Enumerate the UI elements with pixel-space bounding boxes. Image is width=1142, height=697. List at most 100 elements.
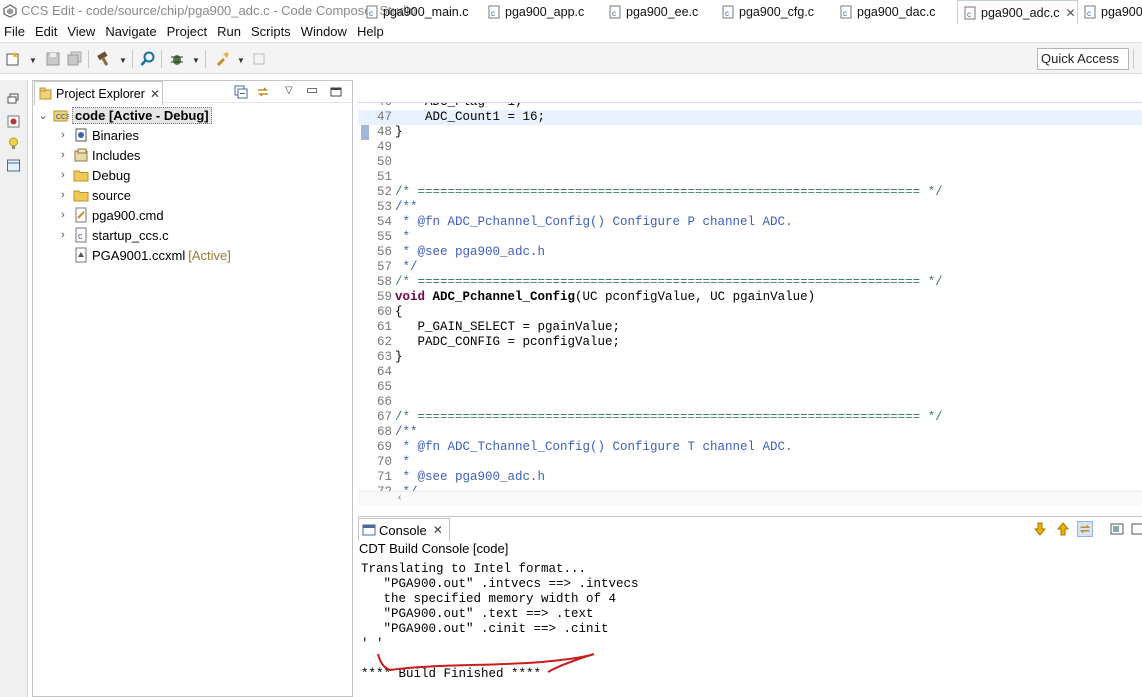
c-file-icon: c — [840, 5, 852, 19]
tree-item-project-code[interactable]: ⌄ CCS code [Active - Debug] — [37, 105, 212, 125]
scroll-left-icon[interactable]: ‹ — [398, 492, 401, 503]
code-line[interactable]: 67/* ===================================… — [358, 410, 1142, 425]
code-line[interactable]: 60{ — [358, 305, 1142, 320]
open-console-icon[interactable] — [1109, 521, 1125, 537]
code-line[interactable]: 56 * @see pga900_adc.h — [358, 245, 1142, 260]
tab-project-explorer[interactable]: Project Explorer ✕ — [34, 81, 163, 105]
code-editor[interactable]: 46 ADC_Flag = 1;47 ADC_Count1 = 16;48}49… — [358, 103, 1142, 491]
code-line[interactable]: 48} — [358, 125, 1142, 140]
restore-icon[interactable] — [6, 92, 21, 107]
project-explorer-panel: Project Explorer ✕ ▽ ▭ ⌄ CCS code [Activ… — [32, 80, 353, 697]
line-number: 61 — [376, 320, 392, 334]
flash-dropdown-icon[interactable]: ▼ — [237, 56, 245, 65]
code-line[interactable]: 47 ADC_Count1 = 16; — [358, 110, 1142, 125]
menu-help[interactable]: Help — [353, 24, 390, 39]
link-with-editor-icon[interactable] — [1077, 521, 1093, 537]
tree-item-pga9001-ccxml[interactable]: PGA9001.ccxml [Active] — [69, 245, 231, 265]
menu-file[interactable]: File — [0, 24, 31, 39]
display-console-icon[interactable] — [1130, 521, 1142, 537]
tab-pga900-cfg-c[interactable]: c pga900_cfg.c — [716, 0, 814, 24]
tree-item-pga900-cmd[interactable]: › pga900.cmd — [57, 205, 164, 225]
code-line[interactable]: 61 P_GAIN_SELECT = pgainValue; — [358, 320, 1142, 335]
code-text: * — [395, 230, 411, 244]
code-line[interactable]: 68/** — [358, 425, 1142, 440]
code-line[interactable]: 50 — [358, 155, 1142, 170]
search-icon[interactable] — [140, 51, 156, 67]
code-text: * — [395, 455, 411, 469]
tab-console[interactable]: Console ✕ — [358, 518, 450, 541]
tab-pga900-dac-c[interactable]: c pga900_dac.c — [834, 0, 936, 24]
next-error-icon[interactable] — [1032, 521, 1048, 537]
line-number: 54 — [376, 215, 392, 229]
tab-pga900-main-c[interactable]: c pga900_main.c — [360, 0, 468, 24]
menu-navigate[interactable]: Navigate — [101, 24, 162, 39]
collapsed-arrow-icon[interactable]: › — [57, 189, 69, 201]
menu-project[interactable]: Project — [163, 24, 213, 39]
close-icon[interactable]: ✕ — [1066, 6, 1076, 20]
collapsed-arrow-icon[interactable]: › — [57, 209, 69, 221]
new-dropdown-icon[interactable]: ▼ — [29, 56, 37, 65]
collapsed-arrow-icon[interactable]: › — [57, 129, 69, 141]
code-line[interactable]: 57 */ — [358, 260, 1142, 275]
tab-pga900-overflow[interactable]: c pga900_ — [1078, 0, 1142, 24]
build-hammer-icon[interactable] — [96, 51, 112, 67]
new-file-icon[interactable] — [5, 51, 21, 67]
view-menu-icon[interactable]: ▽ — [285, 85, 299, 99]
quick-access-input[interactable]: Quick Access — [1037, 48, 1129, 70]
menu-edit[interactable]: Edit — [31, 24, 63, 39]
collapsed-arrow-icon[interactable]: › — [57, 229, 69, 241]
console-tab-label: Console — [379, 522, 427, 538]
save-all-icon[interactable] — [67, 51, 83, 67]
c-file-icon: c — [75, 227, 87, 243]
code-line[interactable]: 53/** — [358, 200, 1142, 215]
close-icon[interactable]: ✕ — [433, 523, 443, 537]
flash-tool-icon[interactable] — [214, 51, 230, 67]
menu-scripts[interactable]: Scripts — [247, 24, 297, 39]
outline-view-icon[interactable] — [6, 158, 21, 173]
link-with-editor-icon[interactable] — [256, 85, 270, 99]
debug-dropdown-icon[interactable]: ▼ — [192, 56, 200, 65]
code-line[interactable]: 66 — [358, 395, 1142, 410]
code-line[interactable]: 64 — [358, 365, 1142, 380]
code-line[interactable]: 59 void ADC_Pchannel_Config(UC pconfigVal… — [358, 290, 1142, 305]
code-line[interactable]: 49 — [358, 140, 1142, 155]
code-line[interactable]: 54 * @fn ADC_Pchannel_Config() Configure… — [358, 215, 1142, 230]
code-line[interactable]: 62 PADC_CONFIG = pconfigValue; — [358, 335, 1142, 350]
tree-item-label: Debug — [92, 167, 131, 183]
code-line[interactable]: 65 — [358, 380, 1142, 395]
tab-pga900-ee-c[interactable]: c pga900_ee.c — [603, 0, 698, 24]
tree-item-debug[interactable]: › Debug — [57, 165, 130, 185]
code-line[interactable]: 69 * @fn ADC_Tchannel_Config() Configure… — [358, 440, 1142, 455]
tree-item-binaries[interactable]: › Binaries — [57, 125, 139, 145]
code-line[interactable]: 55 * — [358, 230, 1142, 245]
menu-run[interactable]: Run — [213, 24, 247, 39]
expanded-arrow-icon[interactable]: ⌄ — [37, 109, 49, 122]
code-line[interactable]: 58/* ===================================… — [358, 275, 1142, 290]
target-configurations-icon[interactable] — [6, 114, 21, 129]
previous-error-icon[interactable] — [1055, 521, 1071, 537]
code-line[interactable]: 52/* ===================================… — [358, 185, 1142, 200]
collapsed-arrow-icon[interactable]: › — [57, 149, 69, 161]
tree-item-source[interactable]: › source — [57, 185, 131, 205]
tab-pga900-adc-c[interactable]: c pga900_adc.c ✕ — [957, 0, 1078, 24]
code-line[interactable]: 51 — [358, 170, 1142, 185]
editor-horizontal-scrollbar[interactable]: ‹ — [358, 491, 1142, 505]
code-line[interactable]: 70 * — [358, 455, 1142, 470]
code-line[interactable]: 71 * @see pga900_adc.h — [358, 470, 1142, 485]
build-dropdown-icon[interactable]: ▼ — [119, 56, 127, 65]
collapsed-arrow-icon[interactable]: › — [57, 169, 69, 181]
code-line[interactable]: 63} — [358, 350, 1142, 365]
debug-bug-icon[interactable] — [169, 51, 185, 67]
lightbulb-icon[interactable] — [6, 136, 21, 151]
collapse-all-icon[interactable] — [234, 85, 248, 99]
menu-window[interactable]: Window — [297, 24, 353, 39]
save-icon[interactable] — [45, 51, 61, 67]
close-icon[interactable]: ✕ — [150, 87, 160, 101]
minimize-icon[interactable]: ▭ — [306, 82, 320, 97]
tree-item-includes[interactable]: › Includes — [57, 145, 140, 165]
menu-view[interactable]: View — [63, 24, 101, 39]
tab-pga900-app-c[interactable]: c pga900_app.c — [482, 0, 584, 24]
tree-item-startup-ccs[interactable]: › c startup_ccs.c — [57, 225, 169, 245]
maximize-icon[interactable] — [329, 85, 343, 99]
code-line[interactable]: 46 ADC_Flag = 1; — [358, 103, 1142, 110]
